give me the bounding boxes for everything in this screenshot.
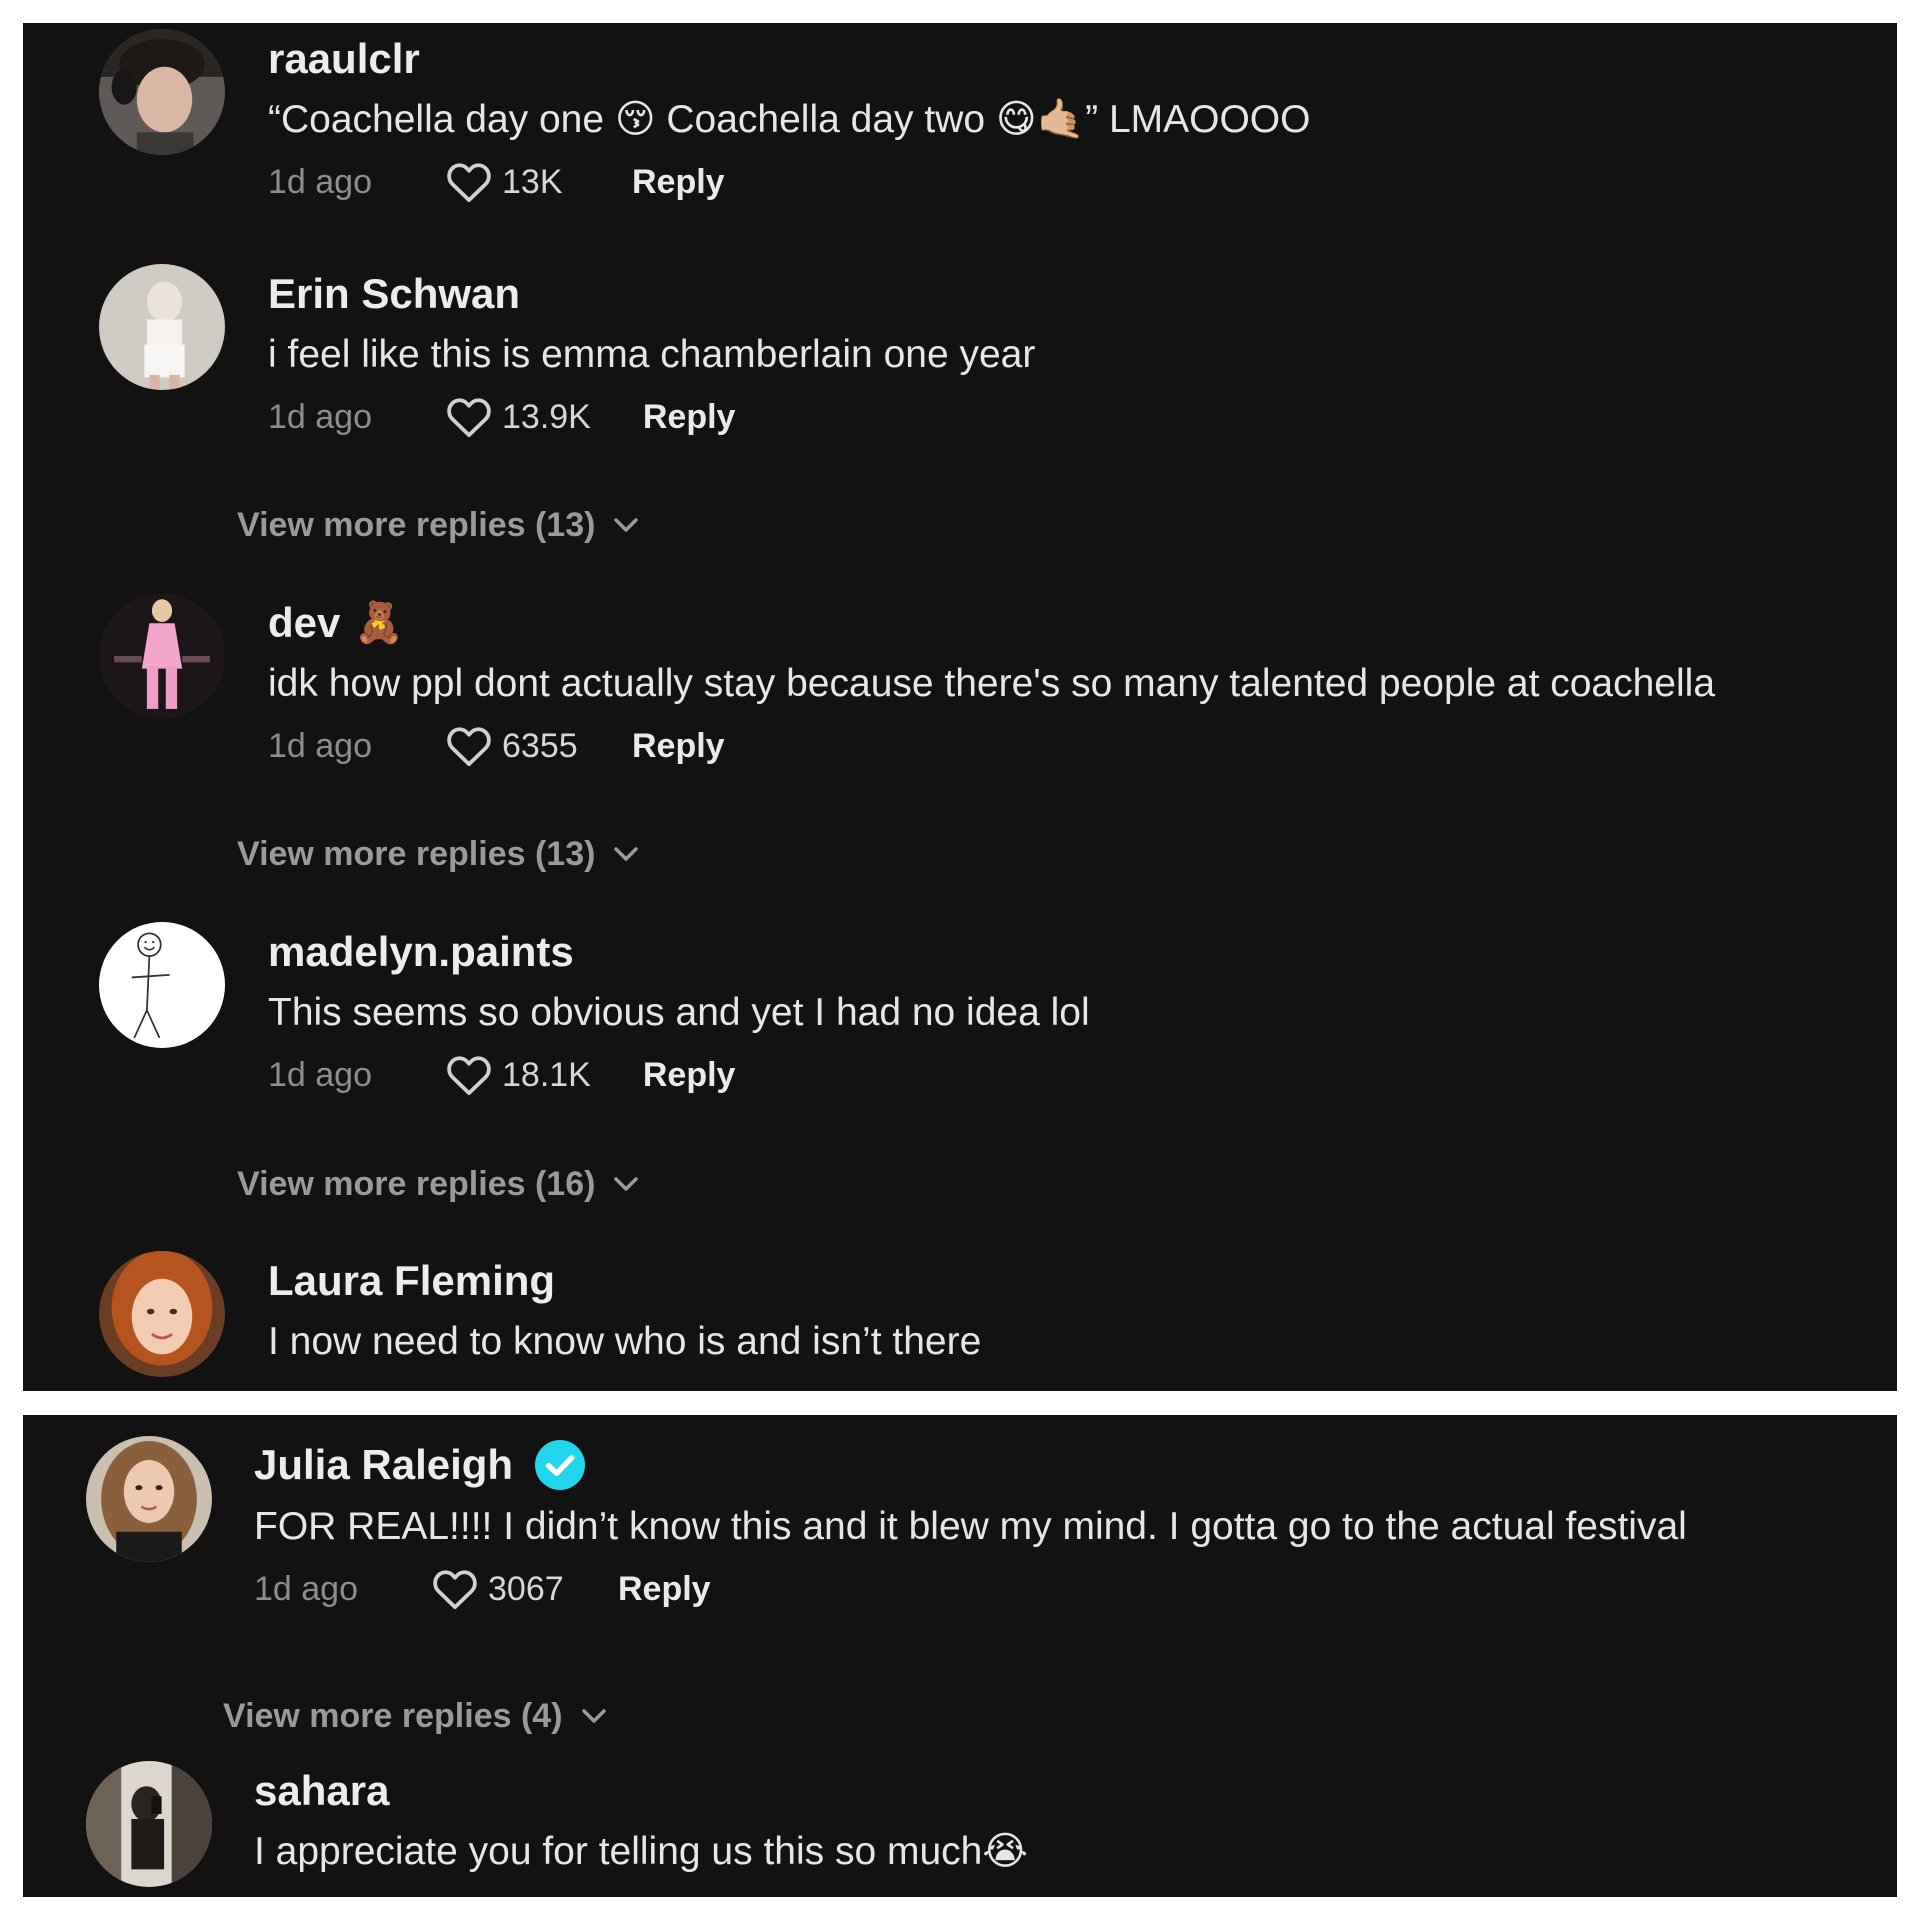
like-count: 3067 <box>488 1570 564 1608</box>
avatar[interactable] <box>86 1761 212 1887</box>
avatar[interactable] <box>99 593 225 719</box>
comment-content: Julia Raleigh FOR REAL!!!! I didn’t know… <box>254 1440 1887 1610</box>
comment-username-text: Julia Raleigh <box>254 1441 514 1488</box>
like-count: 13.9K <box>502 398 591 436</box>
comment-content: dev 🧸 idk how ppl dont actually stay bec… <box>268 599 1887 767</box>
comment-content: raaulclr “Coachella day one 😚 Coachella … <box>268 35 1887 203</box>
comment-text: idk how ppl dont actually stay because t… <box>268 662 1716 705</box>
chevron-down-icon <box>613 845 639 863</box>
comment-meta: 1d ago 6355 Reply <box>268 725 1887 767</box>
like-count: 13K <box>502 163 563 201</box>
view-more-label: View more replies (16) <box>237 1165 596 1203</box>
avatar[interactable] <box>86 1436 212 1562</box>
comment-item: sahara I appreciate you for telling us t… <box>23 1755 1897 1897</box>
comment-content: sahara I appreciate you for telling us t… <box>254 1767 1887 1875</box>
view-more-label: View more replies (13) <box>237 835 596 873</box>
comment-text: i feel like this is emma chamberlain one… <box>268 333 1036 376</box>
comment-username[interactable]: dev 🧸 <box>268 599 1887 647</box>
comment-item: Erin Schwan i feel like this is emma cha… <box>23 258 1897 478</box>
chevron-down-icon <box>613 1175 639 1193</box>
comment-content: madelyn.paints This seems so obvious and… <box>268 928 1887 1096</box>
comment-meta: 1d ago 13K Reply <box>268 161 1887 203</box>
avatar[interactable] <box>99 1251 225 1377</box>
view-more-replies[interactable]: View more replies (4) <box>223 1696 607 1736</box>
like-count: 18.1K <box>502 1056 591 1094</box>
reply-button[interactable]: Reply <box>632 162 725 202</box>
chevron-down-icon <box>581 1707 607 1725</box>
heart-icon[interactable] <box>446 396 492 438</box>
like-count: 6355 <box>502 727 578 765</box>
comment-item: madelyn.paints This seems so obvious and… <box>23 916 1897 1136</box>
view-more-replies[interactable]: View more replies (13) <box>237 834 639 874</box>
comment-text: I now need to know who is and isn’t ther… <box>268 1320 982 1363</box>
comment-username[interactable]: Erin Schwan <box>268 270 1887 318</box>
view-more-label: View more replies (4) <box>223 1697 563 1735</box>
comment-text: This seems so obvious and yet I had no i… <box>268 991 1090 1034</box>
comment-text: “Coachella day one 😚 Coachella day two 😋… <box>268 98 1311 141</box>
comment-text: FOR REAL!!!! I didn’t know this and it b… <box>254 1505 1687 1548</box>
view-more-label: View more replies (13) <box>237 506 596 544</box>
verified-badge-icon <box>535 1440 586 1490</box>
comment-meta: 1d ago 3067 Reply <box>254 1568 1887 1610</box>
reply-button[interactable]: Reply <box>643 397 736 437</box>
heart-icon[interactable] <box>446 725 492 767</box>
comment-time: 1d ago <box>268 727 372 765</box>
comment-time: 1d ago <box>268 163 372 201</box>
comment-item: dev 🧸 idk how ppl dont actually stay bec… <box>23 587 1897 807</box>
reply-button[interactable]: Reply <box>632 726 725 766</box>
comment-username[interactable]: Julia Raleigh <box>254 1440 1887 1490</box>
comment-content: Laura Fleming I now need to know who is … <box>268 1257 1887 1365</box>
chevron-down-icon <box>613 516 639 534</box>
avatar[interactable] <box>99 29 225 155</box>
comment-item: Laura Fleming I now need to know who is … <box>23 1245 1897 1391</box>
comment-content: Erin Schwan i feel like this is emma cha… <box>268 270 1887 438</box>
comment-username[interactable]: Laura Fleming <box>268 1257 1887 1305</box>
comments-panel-top: raaulclr “Coachella day one 😚 Coachella … <box>23 23 1897 1391</box>
comment-text: I appreciate you for telling us this so … <box>254 1830 1028 1873</box>
view-more-replies[interactable]: View more replies (13) <box>237 505 639 545</box>
comment-meta: 1d ago 18.1K Reply <box>268 1054 1887 1096</box>
comment-time: 1d ago <box>254 1570 358 1608</box>
comment-username[interactable]: raaulclr <box>268 35 1887 83</box>
comment-meta: 1d ago 13.9K Reply <box>268 396 1887 438</box>
comment-time: 1d ago <box>268 398 372 436</box>
comment-username[interactable]: sahara <box>254 1767 1887 1815</box>
heart-icon[interactable] <box>446 1054 492 1096</box>
comment-time: 1d ago <box>268 1056 372 1094</box>
reply-button[interactable]: Reply <box>643 1055 736 1095</box>
view-more-replies[interactable]: View more replies (16) <box>237 1164 639 1204</box>
heart-icon[interactable] <box>446 161 492 203</box>
avatar[interactable] <box>99 264 225 390</box>
comment-username-text: dev <box>268 599 341 646</box>
reply-button[interactable]: Reply <box>618 1569 711 1609</box>
avatar[interactable] <box>99 922 225 1048</box>
heart-icon[interactable] <box>432 1568 478 1610</box>
comment-item: Julia Raleigh FOR REAL!!!! I didn’t know… <box>23 1415 1897 1635</box>
teddy-bear-emoji: 🧸 <box>354 601 405 645</box>
comment-username[interactable]: madelyn.paints <box>268 928 1887 976</box>
comment-item: raaulclr “Coachella day one 😚 Coachella … <box>23 23 1897 243</box>
comments-panel-bottom: Julia Raleigh FOR REAL!!!! I didn’t know… <box>23 1415 1897 1897</box>
